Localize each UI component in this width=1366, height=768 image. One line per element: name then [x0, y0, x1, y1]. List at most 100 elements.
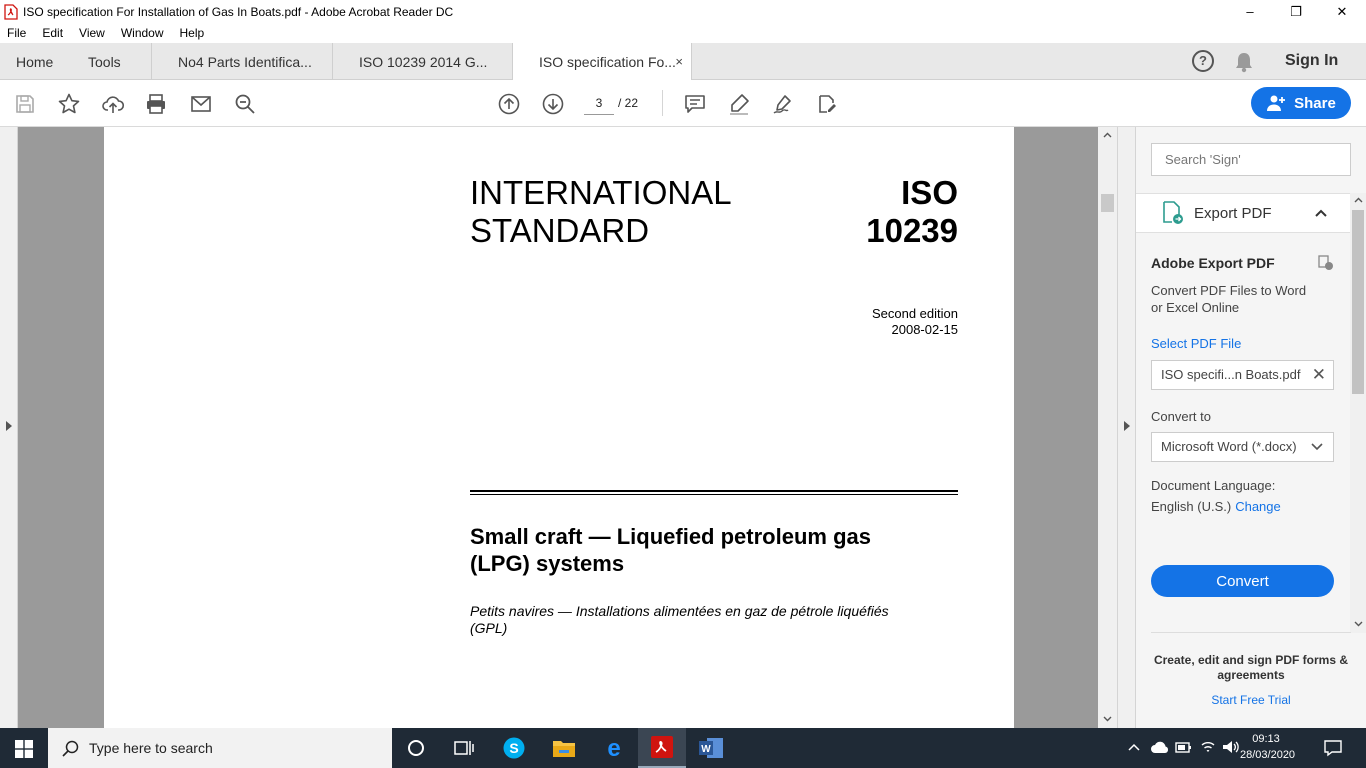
adobe-export-description: Convert PDF Files to Word or Excel Onlin…: [1151, 283, 1307, 315]
change-language-link[interactable]: Change: [1235, 499, 1281, 514]
email-icon[interactable]: [188, 91, 214, 117]
cortana-icon[interactable]: [392, 728, 440, 768]
toolbar-divider: [662, 90, 663, 116]
menu-window[interactable]: Window: [113, 26, 172, 40]
menu-view[interactable]: View: [71, 26, 113, 40]
windows-start-icon[interactable]: [15, 740, 33, 758]
page-total: / 22: [618, 96, 639, 110]
add-person-icon: [1267, 95, 1286, 111]
menu-edit[interactable]: Edit: [34, 26, 71, 40]
export-info-icon[interactable]: [1318, 255, 1334, 271]
maximize-button[interactable]: ❐: [1273, 0, 1319, 23]
svg-text:W: W: [701, 744, 711, 755]
search-sign-input[interactable]: Search 'Sign': [1151, 143, 1351, 176]
document-language-label: Document Language:: [1151, 478, 1276, 493]
toolbar: [0, 80, 1366, 127]
battery-power-icon[interactable]: [1175, 740, 1193, 754]
tab-doc-iso-spec[interactable]: ISO specification Fo... ×: [512, 43, 692, 81]
svg-text:e: e: [607, 736, 620, 760]
save-icon[interactable]: [12, 91, 38, 117]
selected-file-name: ISO specifi...n Boats.pdf: [1161, 367, 1301, 382]
taskbar-search-placeholder: Type here to search: [89, 740, 213, 756]
taskbar-search-box[interactable]: Type here to search: [48, 728, 392, 768]
acrobat-file-icon: [4, 3, 18, 20]
cloud-upload-icon[interactable]: [100, 91, 126, 117]
bell-icon[interactable]: [1234, 51, 1254, 73]
star-bookmark-icon[interactable]: [56, 91, 82, 117]
doc-heading-iso: ISO: [901, 174, 958, 211]
comment-icon[interactable]: [682, 91, 708, 117]
page-number-input[interactable]: 3: [584, 91, 614, 115]
tools-pane-scroll-thumb[interactable]: [1352, 210, 1364, 394]
tab-tools[interactable]: Tools: [88, 43, 121, 80]
left-pane-toggle[interactable]: [0, 127, 18, 728]
help-icon[interactable]: ?: [1192, 50, 1214, 72]
close-tab-icon[interactable]: ×: [675, 54, 683, 69]
word-taskbar-icon[interactable]: W: [687, 728, 735, 768]
right-pane-toggle[interactable]: [1117, 127, 1136, 728]
format-select[interactable]: Microsoft Word (*.docx): [1151, 432, 1334, 462]
start-free-trial-link[interactable]: Start Free Trial: [1151, 693, 1351, 707]
tab-doc-iso-2014[interactable]: ISO 10239 2014 G...: [332, 43, 512, 80]
doc-heading-left: INTERNATIONAL STANDARD: [470, 174, 732, 250]
task-view-icon[interactable]: [440, 728, 488, 768]
doc-title: Small craft — Liquefied petroleum gas (L…: [470, 523, 970, 577]
export-pdf-header[interactable]: Export PDF: [1136, 193, 1352, 233]
tab-doc-parts[interactable]: No4 Parts Identifica...: [151, 43, 332, 80]
action-center-icon[interactable]: [1324, 739, 1342, 757]
doc-title-line: (LPG) systems: [470, 551, 625, 576]
minimize-button[interactable]: –: [1227, 0, 1273, 23]
document-scroll-thumb[interactable]: [1101, 194, 1114, 212]
convert-button[interactable]: Convert: [1151, 565, 1334, 597]
print-icon[interactable]: [143, 91, 169, 117]
doc-subtitle-line: (GPL): [470, 620, 508, 636]
collapse-right-pane-icon[interactable]: [1123, 420, 1131, 432]
chevron-up-icon[interactable]: [1314, 209, 1328, 218]
tab-bar: Home Tools No4 Parts Identifica... ISO 1…: [0, 43, 1366, 81]
onedrive-cloud-icon[interactable]: [1150, 740, 1170, 754]
scroll-up-icon[interactable]: [1103, 132, 1112, 138]
highlight-pen-icon[interactable]: [726, 91, 752, 117]
scroll-down-icon[interactable]: [1354, 621, 1363, 627]
scroll-up-icon[interactable]: [1354, 197, 1363, 203]
show-hidden-icons-icon[interactable]: [1127, 742, 1141, 752]
menu-help[interactable]: Help: [172, 26, 213, 40]
promo-text: Create, edit and sign PDF forms & agreem…: [1153, 653, 1349, 682]
previous-page-icon[interactable]: [496, 91, 522, 117]
menu-bar: File Edit View Window Help: [0, 23, 1366, 43]
edit-tools-icon[interactable]: [814, 91, 840, 117]
share-label: Share: [1294, 94, 1336, 112]
wifi-icon[interactable]: [1200, 739, 1216, 755]
expand-left-pane-icon[interactable]: [5, 420, 13, 432]
select-pdf-file-link[interactable]: Select PDF File: [1151, 335, 1241, 352]
taskbar-clock[interactable]: 09:13 28/03/2020: [1240, 731, 1295, 763]
doc-heading-number: 10239: [866, 212, 958, 249]
adobe-export-title: Adobe Export PDF: [1151, 255, 1275, 271]
window-title: ISO specification For Installation of Ga…: [23, 4, 454, 19]
doc-rule: [470, 494, 958, 495]
zoom-search-icon[interactable]: [232, 91, 258, 117]
edge-browser-icon[interactable]: e: [590, 728, 638, 768]
file-explorer-icon[interactable]: [540, 728, 588, 768]
acrobat-taskbar-icon[interactable]: [638, 728, 686, 768]
menu-file[interactable]: File: [0, 26, 34, 40]
tab-label: ISO 10239 2014 G...: [359, 53, 488, 70]
scroll-down-icon[interactable]: [1103, 716, 1112, 722]
sign-in-button[interactable]: Sign In: [1285, 52, 1338, 70]
doc-subtitle: Petits navires — Installations alimentée…: [470, 603, 960, 637]
close-window-button[interactable]: ✕: [1319, 0, 1365, 23]
format-select-value: Microsoft Word (*.docx): [1161, 439, 1297, 454]
remove-file-icon[interactable]: ✕: [1312, 361, 1326, 389]
share-button[interactable]: Share: [1251, 87, 1351, 119]
skype-icon[interactable]: S: [490, 728, 538, 768]
clock-time: 09:13: [1252, 733, 1280, 745]
volume-icon[interactable]: [1222, 739, 1240, 755]
document-language-value: English (U.S.): [1151, 499, 1232, 514]
title-bar: ISO specification For Installation of Ga…: [0, 0, 1366, 23]
convert-to-label: Convert to: [1151, 409, 1211, 424]
tab-home[interactable]: Home: [16, 43, 53, 80]
next-page-icon[interactable]: [540, 91, 566, 117]
fill-sign-icon[interactable]: [770, 91, 796, 117]
document-scrollbar[interactable]: [1098, 127, 1117, 728]
export-pdf-icon: [1163, 201, 1183, 224]
